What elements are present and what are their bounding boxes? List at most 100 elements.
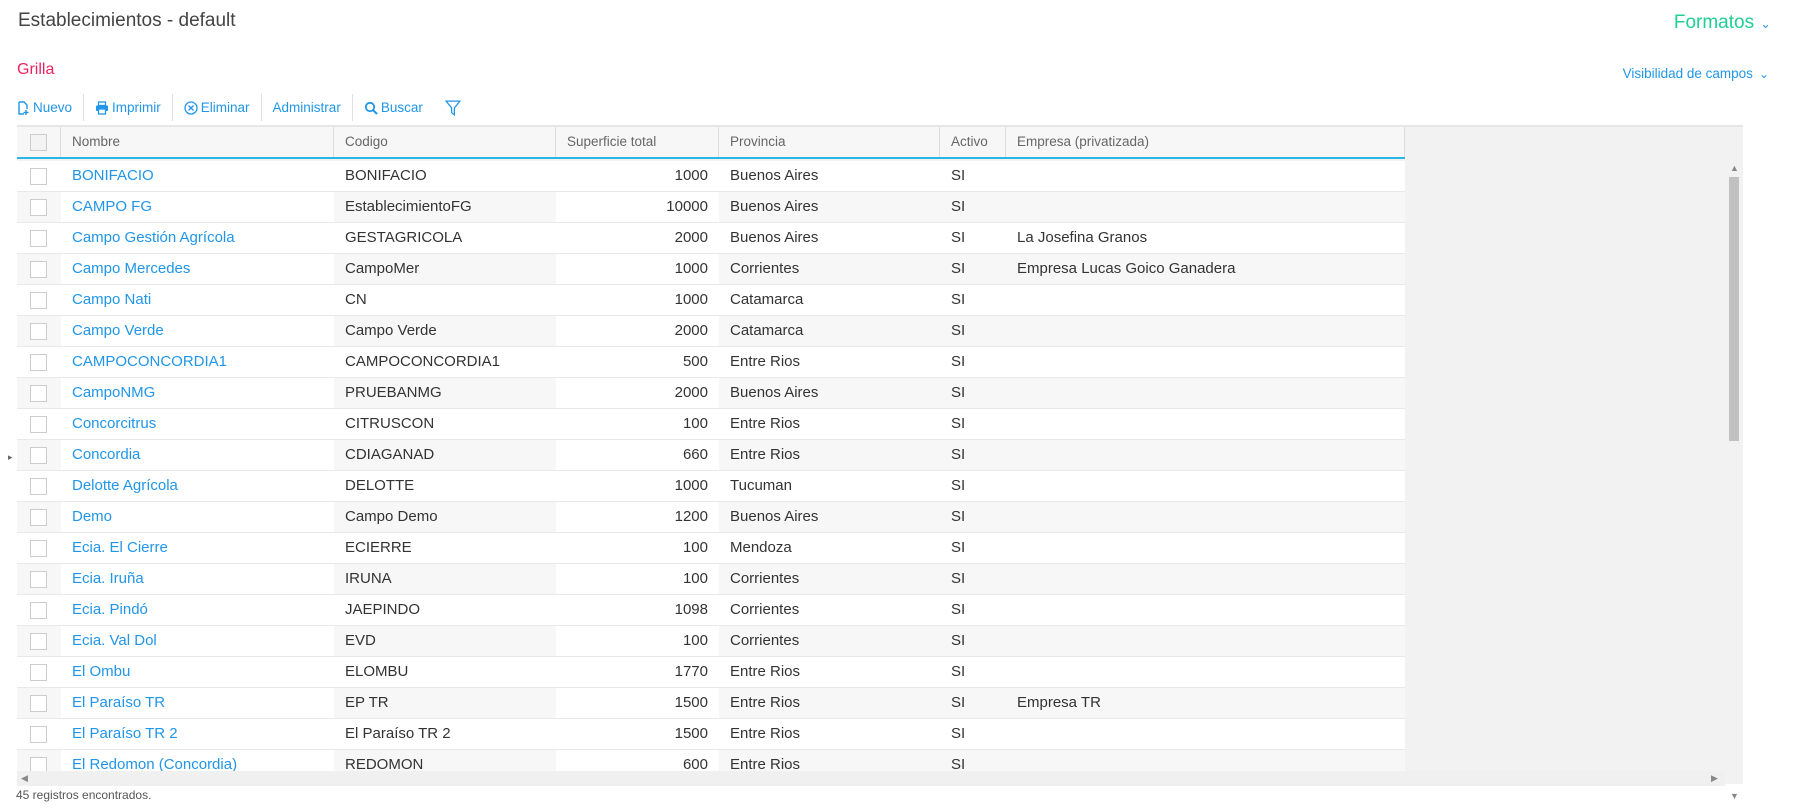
scroll-left-icon[interactable]: ◀: [21, 773, 28, 784]
row-checkbox[interactable]: [17, 409, 61, 439]
row-name-link[interactable]: Ecia. Val Dol: [61, 626, 334, 656]
row-checkbox[interactable]: [17, 750, 61, 771]
visibility-dropdown[interactable]: Visibilidad de campos ⌄: [1623, 66, 1769, 81]
table-row[interactable]: El Paraíso TR 2 El Paraíso TR 2 1500 Entre …: [17, 719, 1405, 750]
table-row[interactable]: Demo Campo Demo 1200 Buenos Aires SI: [17, 502, 1405, 533]
cell-activo: SI: [951, 663, 966, 680]
table-row[interactable]: El Paraíso TR EP TR 1500 Entre Rios SI Empres…: [17, 688, 1405, 719]
column-header-superficie[interactable]: Superficie total: [556, 127, 719, 157]
select-all-checkbox[interactable]: [17, 127, 61, 157]
row-name-link[interactable]: Campo Nati: [61, 285, 334, 315]
cell-superficie: 1000: [674, 291, 708, 308]
row-checkbox[interactable]: [17, 657, 61, 687]
cell-provincia: Entre Rios: [730, 725, 801, 742]
cell-superficie: 500: [682, 353, 708, 370]
row-checkbox[interactable]: [17, 595, 61, 625]
table-row[interactable]: Concordia CDIAGANAD 660 Entre Rios SI: [17, 440, 1405, 471]
scroll-down-icon[interactable]: ▼: [1730, 791, 1739, 801]
scroll-up-icon[interactable]: ▲: [1730, 163, 1739, 173]
cell-provincia: Catamarca: [730, 322, 804, 339]
table-row[interactable]: Ecia. Iruña IRUNA 100 Corrientes SI: [17, 564, 1405, 595]
vertical-scrollbar[interactable]: ▲ ▼: [1725, 161, 1743, 801]
table-row[interactable]: BONIFACIO BONIFACIO 1000 Buenos Aires SI: [17, 161, 1405, 192]
grid-body: BONIFACIO BONIFACIO 1000 Buenos Aires SI CAMP…: [17, 161, 1405, 771]
row-checkbox[interactable]: [17, 688, 61, 718]
row-name-link[interactable]: Campo Gestión Agrícola: [61, 223, 334, 253]
table-row[interactable]: CAMPO FG EstablecimientoFG 10000 Buenos Air…: [17, 192, 1405, 223]
row-name-link[interactable]: Ecia. Iruña: [61, 564, 334, 594]
row-checkbox[interactable]: [17, 316, 61, 346]
row-checkbox[interactable]: [17, 564, 61, 594]
delete-button[interactable]: Eliminar: [173, 94, 262, 121]
row-name-link[interactable]: Demo: [61, 502, 334, 532]
row-checkbox[interactable]: [17, 440, 61, 470]
row-name-link[interactable]: Concordia: [61, 440, 334, 470]
filter-button[interactable]: [434, 94, 472, 121]
cell-codigo: ELOMBU: [345, 663, 409, 680]
search-button[interactable]: Buscar: [353, 94, 434, 121]
record-count: 45 registros encontrados.: [16, 788, 152, 802]
row-name-link[interactable]: CampoNMG: [61, 378, 334, 408]
table-row[interactable]: Ecia. Val Dol EVD 100 Corrientes SI: [17, 626, 1405, 657]
row-checkbox[interactable]: [17, 161, 61, 191]
table-row[interactable]: CAMPOCONCORDIA1 CAMPOCONCORDIA1 500 Entre R…: [17, 347, 1405, 378]
side-panel-toggle-icon[interactable]: ▸: [8, 452, 13, 463]
column-header-activo[interactable]: Activo: [940, 127, 1006, 157]
row-checkbox[interactable]: [17, 719, 61, 749]
column-header-nombre[interactable]: Nombre: [61, 127, 334, 157]
row-checkbox[interactable]: [17, 254, 61, 284]
column-header-empresa[interactable]: Empresa (privatizada): [1006, 127, 1405, 157]
row-checkbox[interactable]: [17, 285, 61, 315]
row-checkbox[interactable]: [17, 533, 61, 563]
table-row[interactable]: Concorcitrus CITRUSCON 100 Entre Rios SI: [17, 409, 1405, 440]
manage-button[interactable]: Administrar: [262, 94, 353, 121]
cell-codigo: PRUEBANMG: [345, 384, 442, 401]
table-row[interactable]: Ecia. El Cierre ECIERRE 100 Mendoza SI: [17, 533, 1405, 564]
row-name-link[interactable]: Campo Verde: [61, 316, 334, 346]
row-checkbox[interactable]: [17, 626, 61, 656]
row-name-link[interactable]: Ecia. Pindó: [61, 595, 334, 625]
row-checkbox[interactable]: [17, 502, 61, 532]
table-row[interactable]: Ecia. Pindó JAEPINDO 1098 Corrientes SI: [17, 595, 1405, 626]
cell-superficie: 2000: [674, 229, 708, 246]
row-name-link[interactable]: Concorcitrus: [61, 409, 334, 439]
row-name-link[interactable]: Campo Mercedes: [61, 254, 334, 284]
table-row[interactable]: Campo Gestión Agrícola GESTAGRICOLA 2000 Bu…: [17, 223, 1405, 254]
row-name-link[interactable]: El Ombu: [61, 657, 334, 687]
table-row[interactable]: Campo Mercedes CampoMer 1000 Corrientes SI Em…: [17, 254, 1405, 285]
table-row[interactable]: Campo Nati CN 1000 Catamarca SI: [17, 285, 1405, 316]
table-row[interactable]: El Ombu ELOMBU 1770 Entre Rios SI: [17, 657, 1405, 688]
cell-superficie: 660: [556, 440, 719, 470]
row-name-link[interactable]: El Paraíso TR 2: [61, 719, 334, 749]
horizontal-scrollbar[interactable]: ◀ ▶: [17, 771, 1725, 786]
table-row[interactable]: Delotte Agrícola DELOTTE 1000 Tucuman SI: [17, 471, 1405, 502]
table-row[interactable]: Campo Verde Campo Verde 2000 Catamarca SI: [17, 316, 1405, 347]
column-header-provincia[interactable]: Provincia: [719, 127, 940, 157]
row-name-link[interactable]: El Paraíso TR: [61, 688, 334, 718]
row-name-link[interactable]: CAMPO FG: [61, 192, 334, 222]
row-checkbox[interactable]: [17, 223, 61, 253]
table-row[interactable]: El Redomon (Concordia) REDOMON 600 Entre Ri…: [17, 750, 1405, 771]
row-name-link[interactable]: BONIFACIO: [61, 161, 334, 191]
scrollbar-thumb[interactable]: [1729, 177, 1739, 441]
cell-empresa: [1006, 192, 1405, 222]
row-checkbox[interactable]: [17, 471, 61, 501]
row-name-link[interactable]: Delotte Agrícola: [61, 471, 334, 501]
new-file-icon: [18, 100, 29, 115]
formatos-label: Formatos: [1673, 12, 1755, 33]
row-name-link[interactable]: Ecia. El Cierre: [61, 533, 334, 563]
formatos-dropdown[interactable]: Formatos ⌄: [1674, 12, 1771, 34]
column-header-codigo[interactable]: Codigo: [334, 127, 556, 157]
cell-codigo: JAEPINDO: [345, 601, 421, 618]
row-checkbox[interactable]: [17, 378, 61, 408]
row-checkbox[interactable]: [17, 192, 61, 222]
row-name-link[interactable]: CAMPOCONCORDIA1: [61, 347, 334, 377]
cell-superficie: 100: [556, 626, 719, 656]
scroll-right-icon[interactable]: ▶: [1711, 773, 1718, 784]
row-checkbox[interactable]: [17, 347, 61, 377]
print-button[interactable]: Imprimir: [84, 94, 173, 121]
row-name-link[interactable]: El Redomon (Concordia): [61, 750, 334, 771]
new-button[interactable]: Nuevo: [16, 94, 85, 121]
table-row[interactable]: CampoNMG PRUEBANMG 2000 Buenos Aires SI: [17, 378, 1405, 409]
cell-activo: SI: [951, 167, 966, 184]
